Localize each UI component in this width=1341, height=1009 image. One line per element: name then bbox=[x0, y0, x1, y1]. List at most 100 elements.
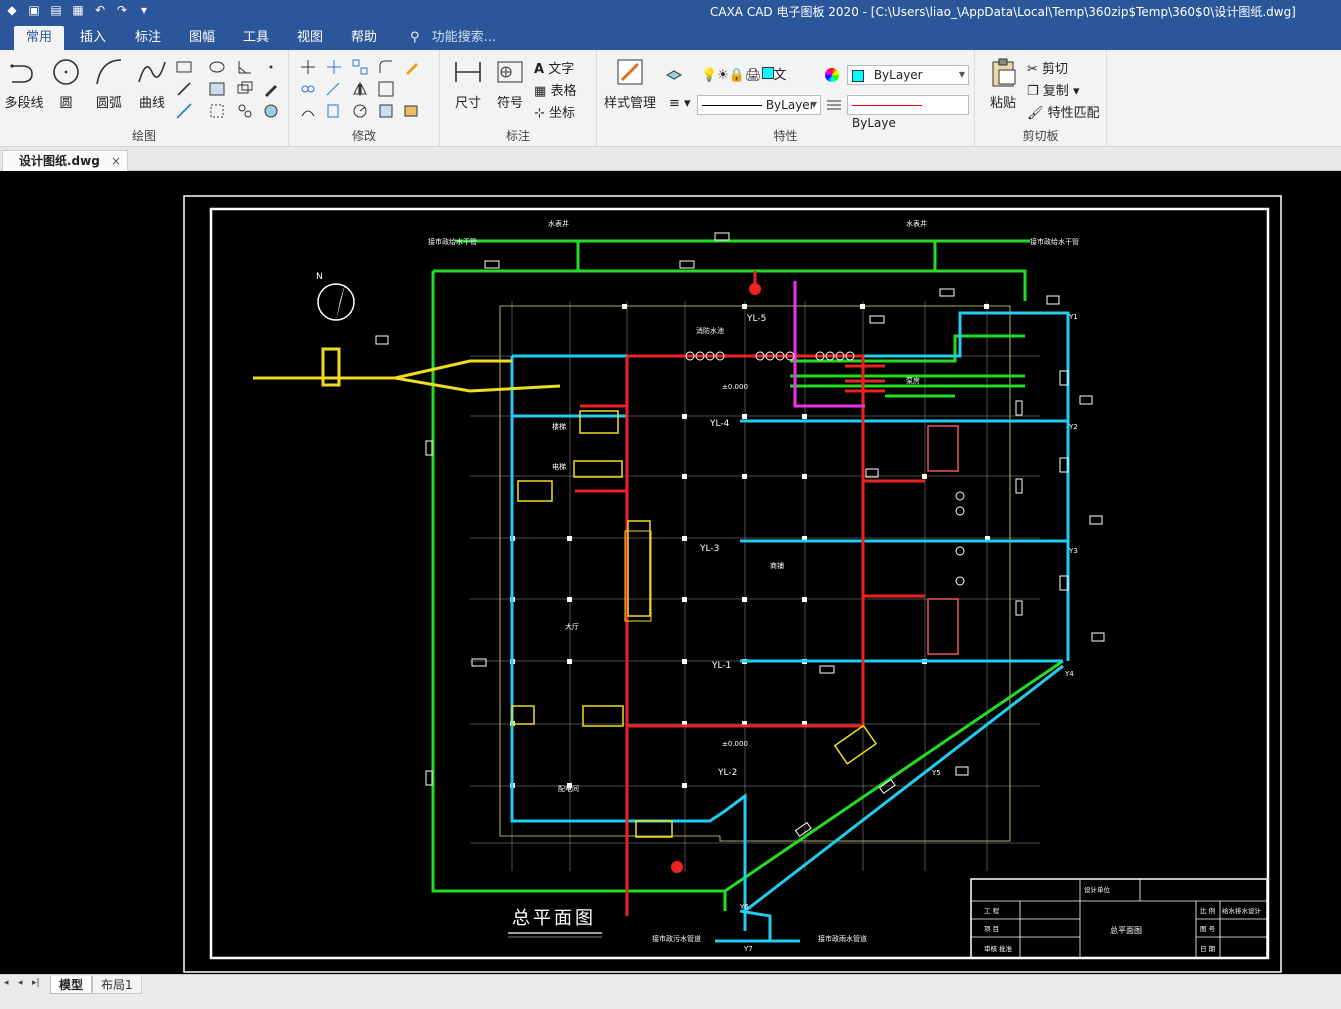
angle-icon[interactable] bbox=[236, 58, 254, 76]
polyline-icon bbox=[10, 64, 33, 83]
pen-icon[interactable] bbox=[262, 80, 280, 98]
array-icon[interactable] bbox=[351, 58, 369, 76]
brush-icon: 🖌 bbox=[1027, 106, 1044, 121]
save-icon[interactable]: ▣ bbox=[26, 2, 42, 18]
rotate-icon[interactable] bbox=[351, 102, 369, 120]
offset-icon[interactable] bbox=[299, 102, 317, 120]
color-swatch bbox=[852, 69, 864, 82]
tab-model[interactable]: 模型 bbox=[50, 976, 93, 994]
north-arrow: N bbox=[316, 272, 355, 321]
drawing-canvas[interactable]: N 接市政给水干管 接市政给水干管 水表井 水表井 泵房 消防水池 ±0.000… bbox=[0, 171, 1341, 974]
svg-text:水表井: 水表井 bbox=[906, 219, 927, 228]
line-icon[interactable] bbox=[175, 80, 193, 98]
point-icon[interactable] bbox=[262, 58, 280, 76]
chevron-down-icon: ▼ bbox=[958, 70, 965, 79]
style-manager-button[interactable]: 样式管理 bbox=[599, 56, 661, 111]
layer-state-icons[interactable]: 💡☀🔒🖨 文 bbox=[701, 64, 787, 83]
color-select[interactable]: ByLayer ▼ bbox=[847, 65, 969, 85]
tab-sheet[interactable]: 图幅 bbox=[177, 26, 227, 50]
svg-text:电梯: 电梯 bbox=[552, 462, 566, 471]
svg-text:YL-1: YL-1 bbox=[711, 661, 731, 671]
curve-button[interactable]: 曲线 bbox=[130, 56, 174, 111]
first-layout-icon[interactable]: ◂ bbox=[4, 978, 9, 988]
mirror-icon[interactable] bbox=[351, 80, 369, 98]
block-icon[interactable] bbox=[236, 80, 254, 98]
coordinate-icon: ⊹ bbox=[534, 106, 545, 121]
break-icon[interactable] bbox=[325, 102, 343, 120]
function-search[interactable]: ⚲ 功能搜索... bbox=[410, 26, 496, 50]
arc-button[interactable]: 圆弧 bbox=[87, 56, 131, 111]
grid-icon[interactable] bbox=[208, 102, 226, 120]
text-button[interactable]: A 文字 bbox=[534, 58, 574, 77]
water-inlet-pipe bbox=[253, 347, 651, 617]
line-properties-icon[interactable]: ≡ ▾ bbox=[669, 96, 691, 111]
coordinate-button[interactable]: ⊹ 坐标 bbox=[534, 102, 575, 121]
tab-view[interactable]: 视图 bbox=[285, 26, 335, 50]
stretch-icon[interactable] bbox=[403, 102, 421, 120]
trim-icon[interactable] bbox=[325, 58, 343, 76]
tab-tools[interactable]: 工具 bbox=[231, 26, 281, 50]
construction-line-icon[interactable] bbox=[175, 102, 193, 120]
arc-icon bbox=[96, 59, 122, 85]
table-icon: ▦ bbox=[534, 84, 547, 99]
redo-icon[interactable]: ↷ bbox=[114, 2, 130, 18]
svg-text:Y7: Y7 bbox=[743, 945, 753, 953]
customize-icon[interactable]: ▾ bbox=[136, 2, 152, 18]
app-icon[interactable]: ◆ bbox=[4, 2, 20, 18]
region-icon[interactable] bbox=[262, 102, 280, 120]
svg-text:接市政污水管道: 接市政污水管道 bbox=[652, 934, 701, 943]
print-icon[interactable]: ▦ bbox=[70, 2, 86, 18]
move-icon[interactable] bbox=[299, 58, 317, 76]
tab-annotate[interactable]: 标注 bbox=[123, 26, 173, 50]
lineweight-icon[interactable] bbox=[825, 96, 843, 114]
prev-layout-icon[interactable]: ◂ bbox=[18, 978, 23, 988]
save-as-icon[interactable]: ▤ bbox=[48, 2, 64, 18]
svg-text:YL-3: YL-3 bbox=[699, 544, 719, 554]
svg-text:±0.000: ±0.000 bbox=[722, 740, 748, 748]
quick-access-toolbar: ◆ ▣ ▤ ▦ ↶ ↷ ▾ bbox=[4, 2, 152, 18]
color-wheel-icon[interactable] bbox=[825, 68, 839, 82]
tab-help[interactable]: 帮助 bbox=[339, 26, 389, 50]
dimension-icon bbox=[455, 62, 481, 82]
chevron-down-icon: ▼ bbox=[810, 100, 817, 109]
fillet-icon[interactable] bbox=[377, 58, 395, 76]
group-icon[interactable] bbox=[236, 102, 254, 120]
cut-button[interactable]: ✂ 剪切 bbox=[1027, 58, 1068, 77]
next-layout-icon[interactable]: ▸| bbox=[32, 978, 40, 988]
close-icon[interactable]: × bbox=[111, 151, 121, 171]
copy-button[interactable]: ❐ 复制 ▾ bbox=[1027, 80, 1079, 99]
match-properties-button[interactable]: 🖌 特性匹配 bbox=[1027, 102, 1100, 121]
hatch-icon[interactable] bbox=[208, 80, 226, 98]
draw-group-label: 绘图 bbox=[131, 129, 156, 143]
scale-icon[interactable] bbox=[377, 80, 395, 98]
circle-button[interactable]: 圆 bbox=[44, 56, 88, 111]
linetype-preview bbox=[702, 105, 762, 106]
explode-icon[interactable] bbox=[377, 102, 395, 120]
undo-icon[interactable]: ↶ bbox=[92, 2, 108, 18]
svg-text:YL-2: YL-2 bbox=[717, 768, 737, 778]
clipboard-group-label: 剪切板 bbox=[1022, 129, 1059, 143]
table-button[interactable]: ▦ 表格 bbox=[534, 80, 576, 99]
annotate-group: 尺寸 符号 A 文字 ▦ 表格 ⊹ 坐标 标注 bbox=[440, 50, 597, 147]
ellipse-icon[interactable] bbox=[208, 58, 226, 76]
svg-text:泵房: 泵房 bbox=[906, 376, 920, 385]
layer-icon[interactable] bbox=[665, 66, 683, 84]
svg-text:接市政给水干管: 接市政给水干管 bbox=[1030, 237, 1079, 246]
edit-icon[interactable] bbox=[403, 58, 421, 76]
svg-text:设计单位: 设计单位 bbox=[1084, 885, 1111, 894]
extend-icon[interactable] bbox=[325, 80, 343, 98]
paste-button[interactable]: 粘贴 bbox=[981, 56, 1025, 111]
properties-group: 样式管理 💡☀🔒🖨 文 ByLayer ▼ ≡ ▾ ByLayer ▼ ByLay… bbox=[597, 50, 975, 147]
rectangle-icon[interactable] bbox=[175, 58, 193, 76]
linetype-select[interactable]: ByLayer ▼ bbox=[697, 95, 821, 115]
tab-layout1[interactable]: 布局1 bbox=[92, 976, 142, 994]
copy-object-icon[interactable] bbox=[299, 80, 317, 98]
symbol-button[interactable]: 符号 bbox=[488, 56, 532, 111]
tab-home[interactable]: 常用 bbox=[14, 26, 65, 50]
lineweight-select[interactable]: ByLaye bbox=[847, 95, 969, 130]
polyline-button[interactable]: 多段线 bbox=[2, 56, 46, 111]
dimension-button[interactable]: 尺寸 bbox=[446, 56, 490, 111]
document-tab[interactable]: 设计图纸.dwg × bbox=[2, 150, 128, 171]
ribbon-tab-bar: 常用 插入 标注 图幅 工具 视图 帮助 ⚲ 功能搜索... bbox=[0, 22, 1341, 50]
tab-insert[interactable]: 插入 bbox=[68, 26, 118, 50]
